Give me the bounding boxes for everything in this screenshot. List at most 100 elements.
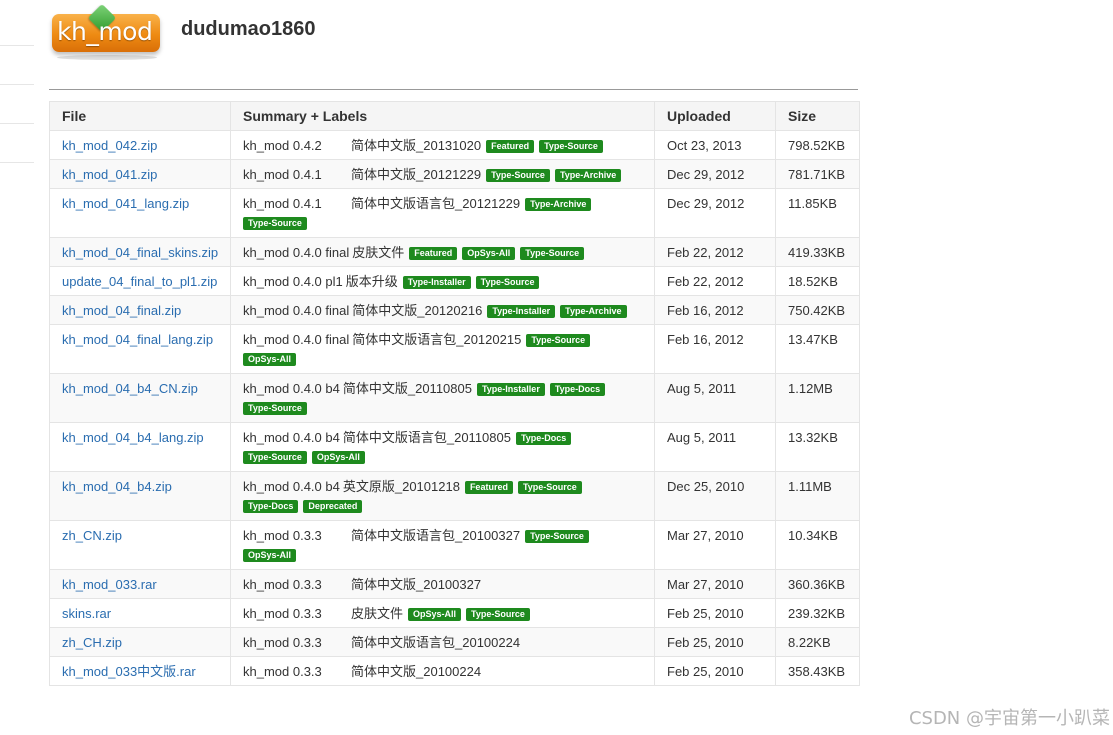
label-badge[interactable]: Type-Installer [402,276,471,289]
uploaded-date: Aug 5, 2011 [654,373,776,423]
table-row: kh_mod_04_final.zip kh_mod 0.4.0 final 简体中… [49,295,860,325]
label-badge-line: Type-Source [238,400,642,415]
file-cell: kh_mod_04_b4_CN.zip [49,373,231,423]
label-badge-line: Type-Docs Deprecated [238,498,642,513]
label-badge[interactable]: Type-Archive [525,198,592,211]
file-size: 1.11MB [775,471,860,521]
downloads-table: File Summary + Labels Uploaded Size kh_m… [49,101,860,686]
summary-text: 简体中文版_20121229 [351,167,482,182]
file-download-link[interactable]: kh_mod_04_final_lang.zip [62,332,213,347]
label-badge[interactable]: Type-Docs [243,500,299,513]
label-badge[interactable]: Type-Source [520,247,585,260]
label-badge[interactable]: Type-Installer [487,305,556,318]
version-text: kh_mod 0.3.3 [243,635,322,650]
summary-text: 简体中文版语言包_20121229 [351,196,521,211]
label-badge[interactable]: Type-Source [475,276,540,289]
label-badge[interactable]: OpSys-All [311,451,365,464]
uploaded-date: Feb 25, 2010 [654,598,776,628]
uploaded-date: Feb 25, 2010 [654,627,776,657]
file-size: 798.52KB [775,130,860,160]
label-badge[interactable]: OpSys-All [243,353,297,366]
file-download-link[interactable]: kh_mod_041.zip [62,167,157,182]
label-badge[interactable]: Type-Source [486,169,550,182]
logo-shadow [57,55,157,60]
file-download-link[interactable]: kh_mod_041_lang.zip [62,196,189,211]
summary-cell: kh_mod 0.3.3 皮肤文件 OpSys-All Type-Source [230,598,655,628]
summary-text: 简体中文版_20110805 [342,381,472,396]
table-row: zh_CN.zip kh_mod 0.3.3 简体中文版语言包_20100327 Ty… [49,520,860,570]
file-cell: update_04_final_to_pl1.zip [49,266,231,296]
label-badge[interactable]: Featured [464,481,513,494]
version-text: kh_mod 0.4.1 [243,167,322,182]
uploaded-date: Mar 27, 2010 [654,520,776,570]
column-header-summary[interactable]: Summary + Labels [230,101,655,131]
summary-cell: kh_mod 0.4.0 final 简体中文版语言包_20120215 Type-… [230,324,655,374]
label-badge[interactable]: Type-Archive [554,169,622,182]
project-logo[interactable]: kh_mod [49,3,165,60]
file-size: 8.22KB [775,627,860,657]
label-badge[interactable]: Type-Docs [515,432,572,445]
version-text: kh_mod 0.4.1 [243,196,322,211]
table-row: kh_mod_04_b4.zip kh_mod 0.4.0 b4 英文原版_2010… [49,471,860,521]
label-badge[interactable]: Deprecated [303,500,363,513]
file-download-link[interactable]: kh_mod_042.zip [62,138,157,153]
table-row: kh_mod_033.rar kh_mod 0.3.3 简体中文版_20100327… [49,569,860,599]
file-cell: zh_CH.zip [49,627,231,657]
label-badge[interactable]: Type-Source [243,217,307,230]
uploaded-date: Feb 22, 2012 [654,237,776,267]
file-download-link[interactable]: skins.rar [62,606,111,621]
label-badge[interactable]: Type-Source [525,530,589,543]
summary-cell: kh_mod 0.3.3 简体中文版_20100327 [230,569,655,599]
file-download-link[interactable]: kh_mod_04_b4.zip [62,479,172,494]
label-badge[interactable]: Type-Docs [549,383,606,396]
summary-cell: kh_mod 0.4.0 b4 英文原版_20101218 Featured Type… [230,471,655,521]
label-badge[interactable]: OpSys-All [408,608,462,621]
version-text: kh_mod 0.4.0 pl1 [243,274,343,289]
label-badge[interactable]: Type-Source [526,334,591,347]
label-badge[interactable]: Type-Source [517,481,582,494]
file-download-link[interactable]: kh_mod_033中文版.rar [62,664,196,679]
uploaded-date: Mar 27, 2010 [654,569,776,599]
file-cell: kh_mod_041_lang.zip [49,188,231,238]
label-badge[interactable]: Featured [486,140,535,153]
label-badge[interactable]: Type-Source [539,140,603,153]
label-badge[interactable]: OpSys-All [462,247,516,260]
header-divider [49,89,858,90]
label-badge[interactable]: Type-Archive [560,305,627,318]
table-row: kh_mod_041_lang.zip kh_mod 0.4.1 简体中文版语言包_… [49,188,860,238]
label-badge[interactable]: Featured [409,247,458,260]
file-download-link[interactable]: kh_mod_04_final.zip [62,303,181,318]
column-header-size[interactable]: Size [775,101,860,131]
label-badge[interactable]: OpSys-All [243,549,297,562]
label-badge[interactable]: Type-Installer [476,383,545,396]
file-size: 13.47KB [775,324,860,374]
summary-cell: kh_mod 0.4.2 简体中文版_20131020 Featured Type-S… [230,130,655,160]
file-cell: kh_mod_033.rar [49,569,231,599]
version-text: kh_mod 0.4.0 final [243,332,350,347]
label-badge[interactable]: Type-Source [466,608,530,621]
file-size: 18.52KB [775,266,860,296]
file-cell: kh_mod_033中文版.rar [49,656,231,686]
file-download-link[interactable]: update_04_final_to_pl1.zip [62,274,217,289]
file-download-link[interactable]: kh_mod_04_final_skins.zip [62,245,218,260]
summary-cell: kh_mod 0.4.0 final 皮肤文件 Featured OpSys-All T… [230,237,655,267]
uploaded-date: Feb 25, 2010 [654,656,776,686]
table-row: kh_mod_04_b4_lang.zip kh_mod 0.4.0 b4 简体中文… [49,422,860,472]
label-badge[interactable]: Type-Source [243,451,307,464]
file-cell: kh_mod_041.zip [49,159,231,189]
file-download-link[interactable]: zh_CN.zip [62,528,122,543]
table-row: kh_mod_04_final_skins.zip kh_mod 0.4.0 fi… [49,237,860,267]
version-text: kh_mod 0.3.3 [243,664,322,679]
file-download-link[interactable]: zh_CH.zip [62,635,122,650]
file-cell: kh_mod_042.zip [49,130,231,160]
label-badge[interactable]: Type-Source [243,402,307,415]
column-header-file[interactable]: File [49,101,231,131]
summary-text: 简体中文版语言包_20120215 [352,332,522,347]
file-download-link[interactable]: kh_mod_04_b4_CN.zip [62,381,198,396]
uploaded-date: Feb 16, 2012 [654,324,776,374]
column-header-uploaded[interactable]: Uploaded [654,101,776,131]
file-download-link[interactable]: kh_mod_04_b4_lang.zip [62,430,204,445]
file-download-link[interactable]: kh_mod_033.rar [62,577,157,592]
summary-text: 简体中文版_20120216 [352,303,483,318]
uploaded-date: Oct 23, 2013 [654,130,776,160]
